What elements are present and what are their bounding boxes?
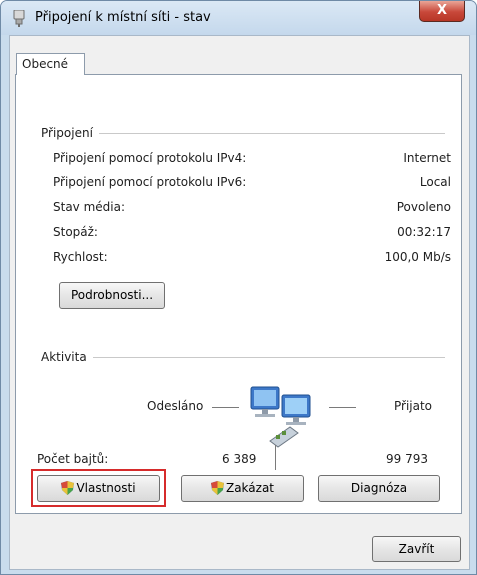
- media-state-label: Stav média:: [53, 200, 126, 214]
- uac-shield-icon: [61, 481, 75, 495]
- tab-panel: Připojení Připojení pomocí protokolu IPv…: [15, 74, 462, 514]
- disable-button-label: Zakázat: [225, 481, 275, 495]
- tab-general[interactable]: Obecné: [16, 53, 85, 75]
- speed-label: Rychlost:: [53, 250, 108, 264]
- title-bar[interactable]: Připojení k místní síti - stav X: [1, 1, 476, 35]
- bytes-label: Počet bajtů:: [37, 452, 109, 466]
- activity-group-divider: [41, 357, 445, 358]
- activity-group-label: Aktivita: [41, 350, 93, 364]
- properties-button[interactable]: Vlastnosti: [37, 475, 160, 502]
- properties-button-label: Vlastnosti: [76, 481, 136, 495]
- ipv4-value: Internet: [403, 151, 451, 165]
- received-connector-line: [329, 407, 356, 408]
- sent-connector-line: [212, 407, 239, 408]
- received-label: Přijato: [394, 399, 433, 413]
- bytes-sent-value: 6 389: [222, 452, 257, 466]
- bytes-received-value: 99 793: [386, 452, 428, 466]
- duration-label: Stopáž:: [53, 225, 98, 239]
- network-computers-icon: [250, 386, 311, 448]
- disable-button[interactable]: Zakázat: [181, 475, 304, 502]
- speed-value: 100,0 Mb/s: [384, 250, 451, 264]
- close-window-button[interactable]: X: [419, 1, 465, 22]
- diagnose-button[interactable]: Diagnóza: [318, 475, 440, 502]
- uac-shield-icon: [210, 481, 224, 495]
- status-window: Připojení k místní síti - stav X Obecné …: [0, 0, 477, 575]
- close-button[interactable]: Zavřít: [372, 536, 461, 562]
- dialog-client: Obecné Připojení Připojení pomocí protok…: [9, 35, 470, 570]
- window-title: Připojení k místní síti - stav: [35, 10, 211, 25]
- connection-group-label: Připojení: [41, 126, 99, 140]
- ipv6-value: Local: [419, 175, 451, 189]
- media-state-value: Povoleno: [396, 200, 451, 214]
- sent-label: Odesláno: [147, 399, 204, 413]
- ipv6-label: Připojení pomocí protokolu IPv6:: [53, 175, 247, 189]
- duration-value: 00:32:17: [397, 225, 451, 239]
- connection-group-divider: [41, 133, 445, 134]
- ipv4-label: Připojení pomocí protokolu IPv4:: [53, 151, 247, 165]
- network-adapter-icon: [13, 10, 25, 27]
- details-button[interactable]: Podrobnosti...: [59, 282, 165, 309]
- bytes-divider: [275, 445, 276, 470]
